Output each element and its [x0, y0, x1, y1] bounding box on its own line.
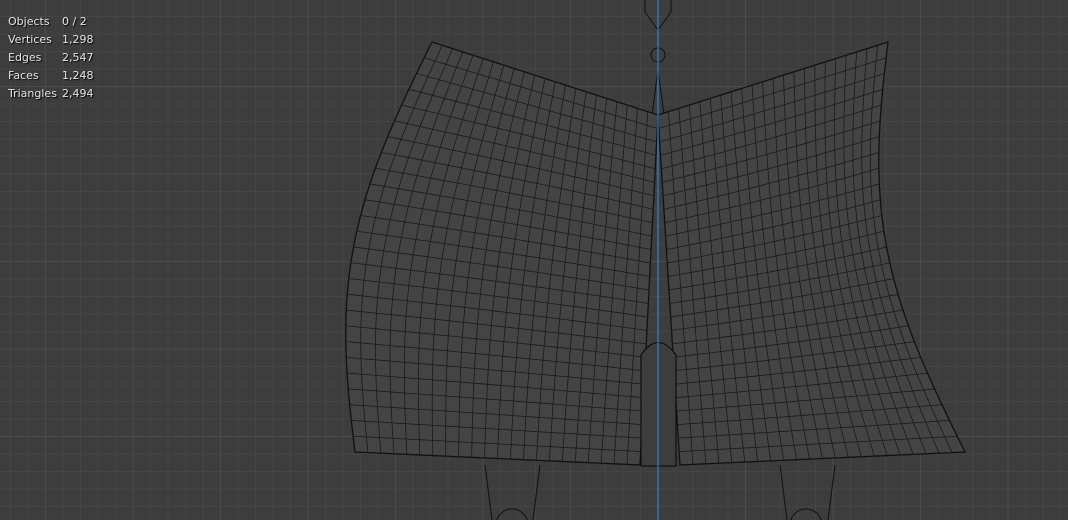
stat-label: Objects: [8, 15, 50, 28]
mesh-wireframe: [345, 41, 967, 467]
stat-value: 0 / 2: [62, 15, 87, 28]
stat-label: Faces: [8, 69, 39, 82]
stat-value: 2,547: [62, 51, 94, 64]
stat-value: 1,298: [62, 33, 94, 46]
stat-objects: Objects 0 / 2: [8, 13, 94, 31]
stat-value: 1,248: [62, 69, 94, 82]
stat-label: Triangles: [8, 87, 57, 100]
stat-value: 2,494: [62, 87, 94, 100]
stat-vertices: Vertices 1,298: [8, 31, 94, 49]
stat-label: Edges: [8, 51, 42, 64]
stat-triangles: Triangles 2,494: [8, 85, 94, 103]
stat-edges: Edges 2,547: [8, 49, 94, 67]
stat-faces: Faces 1,248: [8, 67, 94, 85]
3d-viewport[interactable]: [0, 0, 1068, 520]
stat-label: Vertices: [8, 33, 52, 46]
statistics-overlay: Objects 0 / 2 Vertices 1,298 Edges 2,547 Fa…: [8, 13, 94, 103]
